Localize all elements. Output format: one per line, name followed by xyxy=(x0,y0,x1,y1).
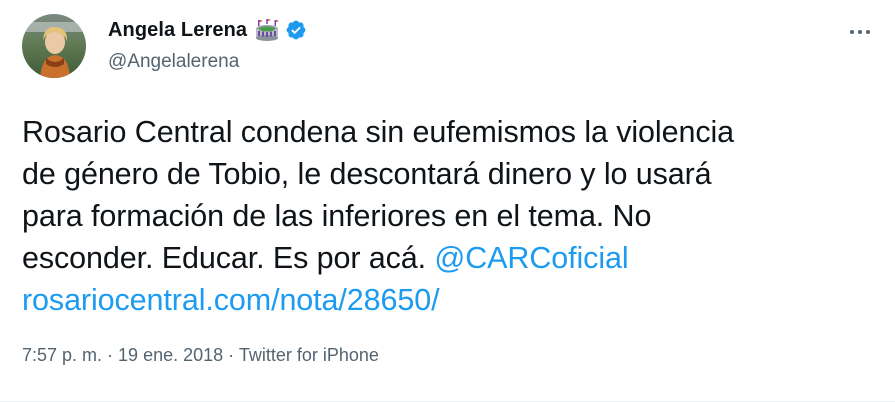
tweet-text-line: esconder. Educar. Es por acá. xyxy=(22,241,435,275)
more-icon xyxy=(850,30,854,34)
avatar[interactable] xyxy=(22,14,86,78)
mention-link[interactable]: @CARCoficial xyxy=(434,241,628,275)
stadium-icon xyxy=(255,18,280,42)
meta-separator: · xyxy=(223,345,239,365)
tweet-card: Angela Lerena @Angelalerena Rosario Cent… xyxy=(0,0,895,402)
tweet-source[interactable]: Twitter for iPhone xyxy=(239,345,379,365)
tweet-metadata: 7:57 p. m. · 19 ene. 2018 · Twitter for … xyxy=(22,345,379,366)
url-link[interactable]: rosariocentral.com/nota/28650/ xyxy=(22,283,440,317)
author-name-row[interactable]: Angela Lerena xyxy=(108,17,307,43)
tweet-date[interactable]: 19 ene. 2018 xyxy=(118,345,223,365)
verified-badge-icon xyxy=(285,19,307,41)
meta-separator: · xyxy=(102,345,119,365)
tweet-text-line: para formación de las inferiores en el t… xyxy=(22,199,652,233)
tweet-text: Rosario Central condena sin eufemismos l… xyxy=(22,111,872,321)
author-handle[interactable]: @Angelalerena xyxy=(108,51,239,73)
display-name[interactable]: Angela Lerena xyxy=(108,19,247,42)
more-options-button[interactable] xyxy=(843,20,877,44)
tweet-text-line: Rosario Central condena sin eufemismos l… xyxy=(22,115,735,149)
tweet-time[interactable]: 7:57 p. m. xyxy=(22,345,102,365)
tweet-text-line: de género de Tobio, le descontará dinero… xyxy=(22,157,712,191)
